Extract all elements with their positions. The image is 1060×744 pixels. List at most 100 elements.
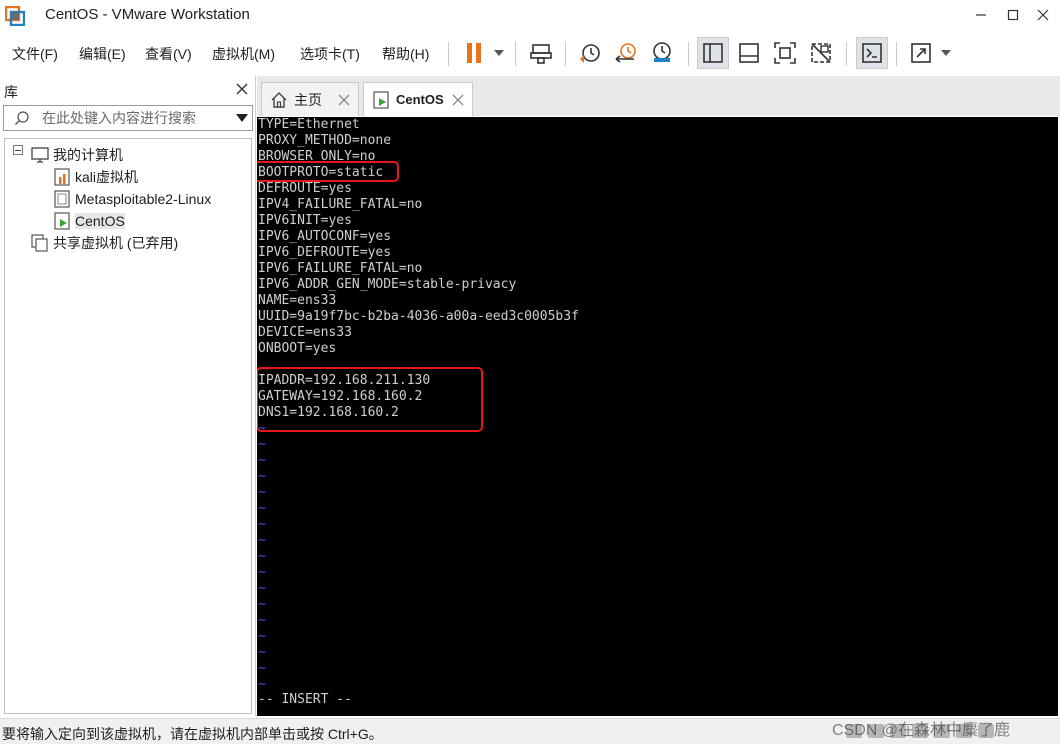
minimize-button[interactable] bbox=[964, 0, 998, 30]
menu-vm[interactable]: 虚拟机(M) bbox=[212, 44, 275, 64]
close-tab-icon[interactable] bbox=[338, 94, 350, 106]
library-panel: 库 我的计算机 kali虚拟机 Metasploitable2-Linux Ce… bbox=[0, 76, 256, 716]
console-line: PROXY_METHOD=none bbox=[258, 133, 392, 148]
shared-vms-icon bbox=[31, 234, 48, 252]
vim-empty-line-tilde: ~ bbox=[258, 469, 266, 484]
tree-item-shared-vms[interactable]: 共享虚拟机 (已弃用) bbox=[31, 232, 178, 254]
thumbnail-view-icon bbox=[739, 43, 759, 63]
vim-empty-line-tilde: ~ bbox=[258, 645, 266, 660]
tree-item-kali[interactable]: kali虚拟机 bbox=[53, 166, 138, 188]
tree-item-label: 共享虚拟机 (已弃用) bbox=[53, 235, 179, 251]
menu-tabs[interactable]: 选项卡(T) bbox=[300, 44, 360, 64]
console-line: NAME=ens33 bbox=[258, 293, 337, 308]
vm-running-icon bbox=[54, 168, 70, 186]
snapshot-manager-icon bbox=[653, 42, 671, 62]
snapshot-manager-button[interactable] bbox=[646, 37, 678, 69]
console-line: DEVICE=ens33 bbox=[258, 325, 352, 340]
tree-item-label: kali虚拟机 bbox=[75, 169, 139, 185]
home-icon bbox=[271, 91, 287, 108]
toolbar-separator bbox=[846, 42, 847, 66]
tree-item-centos[interactable]: CentOS bbox=[53, 210, 125, 232]
highlight-network-config bbox=[257, 367, 483, 432]
vm-icon bbox=[54, 190, 70, 208]
toolbar-separator bbox=[688, 42, 689, 66]
vim-empty-line-tilde: ~ bbox=[258, 629, 266, 644]
send-keys-icon bbox=[530, 44, 552, 64]
vim-empty-line-tilde: ~ bbox=[258, 533, 266, 548]
vim-empty-line-tilde: ~ bbox=[258, 485, 266, 500]
menu-view[interactable]: 查看(V) bbox=[145, 44, 192, 64]
close-window-button[interactable] bbox=[1026, 0, 1060, 30]
console-line: IPV6INIT=yes bbox=[258, 213, 352, 228]
tree-item-my-computer[interactable]: 我的计算机 bbox=[31, 144, 123, 166]
console-line: IPV6_FAILURE_FATAL=no bbox=[258, 261, 423, 276]
tab-bar: 主页 CentOS bbox=[257, 76, 1060, 116]
window-title: CentOS - VMware Workstation bbox=[45, 6, 250, 23]
vim-empty-line-tilde: ~ bbox=[258, 597, 266, 612]
library-header: 库 bbox=[0, 76, 256, 104]
close-tab-icon[interactable] bbox=[452, 94, 464, 106]
stretch-icon bbox=[911, 43, 931, 63]
watermark: CSDN @在森林中麋了鹿 bbox=[832, 722, 1011, 739]
vm-powered-on-icon bbox=[373, 90, 389, 109]
pause-icon bbox=[467, 43, 481, 63]
search-input[interactable] bbox=[42, 108, 226, 128]
vim-empty-line-tilde: ~ bbox=[258, 517, 266, 532]
tab-label: CentOS bbox=[396, 92, 444, 107]
minimize-icon bbox=[976, 14, 986, 16]
power-dropdown[interactable] bbox=[492, 44, 506, 62]
vm-console[interactable]: TYPE=Ethernet PROXY_METHOD=none BROWSER_… bbox=[257, 117, 1058, 716]
close-library-icon[interactable] bbox=[234, 81, 250, 97]
console-view-button[interactable] bbox=[856, 37, 888, 69]
revert-snapshot-icon bbox=[615, 43, 636, 63]
chevron-down-icon[interactable] bbox=[236, 113, 248, 123]
console-line: IPV6_DEFROUTE=yes bbox=[258, 245, 392, 260]
menu-help[interactable]: 帮助(H) bbox=[382, 44, 429, 64]
chevron-down-icon bbox=[494, 50, 504, 56]
toolbar-separator bbox=[896, 42, 897, 66]
vm-powered-on-icon bbox=[54, 212, 70, 230]
tree-item-metasploitable[interactable]: Metasploitable2-Linux bbox=[53, 188, 211, 210]
fullscreen-button[interactable] bbox=[769, 37, 801, 69]
tree-item-label: CentOS bbox=[75, 213, 125, 229]
menu-toolbar: 文件(F) 编辑(E) 查看(V) 虚拟机(M) 选项卡(T) 帮助(H) bbox=[0, 32, 1060, 74]
console-line: UUID=9a19f7bc-b2ba-4036-a00a-eed3c0005b3… bbox=[258, 309, 579, 324]
stretch-button[interactable] bbox=[905, 37, 937, 69]
vim-empty-line-tilde: ~ bbox=[258, 453, 266, 468]
tree-item-label: 我的计算机 bbox=[53, 147, 123, 163]
revert-snapshot-button[interactable] bbox=[610, 37, 642, 69]
menu-edit[interactable]: 编辑(E) bbox=[79, 44, 126, 64]
library-search[interactable] bbox=[3, 105, 253, 131]
console-line: DEFROUTE=yes bbox=[258, 181, 352, 196]
toolbar-separator bbox=[448, 42, 449, 66]
chevron-down-icon bbox=[941, 50, 951, 56]
vim-empty-line-tilde: ~ bbox=[258, 677, 266, 692]
vmware-logo-icon bbox=[5, 6, 25, 26]
take-snapshot-button[interactable] bbox=[574, 37, 606, 69]
menu-file[interactable]: 文件(F) bbox=[12, 44, 58, 64]
maximize-icon bbox=[1007, 9, 1019, 21]
stretch-dropdown[interactable] bbox=[939, 44, 953, 62]
vim-empty-line-tilde: ~ bbox=[258, 549, 266, 564]
vim-empty-line-tilde: ~ bbox=[258, 581, 266, 596]
console-line: IPV4_FAILURE_FATAL=no bbox=[258, 197, 423, 212]
console-line: ONBOOT=yes bbox=[258, 341, 337, 356]
highlight-bootproto bbox=[257, 161, 399, 182]
send-ctrl-alt-del-button[interactable] bbox=[525, 37, 557, 69]
unity-icon bbox=[811, 43, 831, 63]
pause-button[interactable] bbox=[458, 37, 490, 69]
show-library-button[interactable] bbox=[697, 37, 729, 69]
editor-mode-line: -- INSERT -- bbox=[258, 692, 352, 707]
tab-centos[interactable]: CentOS bbox=[363, 82, 473, 116]
maximize-button[interactable] bbox=[996, 0, 1030, 30]
thumbnail-bar-button[interactable] bbox=[733, 37, 765, 69]
fullscreen-icon bbox=[774, 42, 796, 64]
toolbar-separator bbox=[515, 42, 516, 66]
unity-button[interactable] bbox=[805, 37, 837, 69]
computer-icon bbox=[31, 147, 49, 163]
search-icon bbox=[15, 111, 29, 125]
console-line: IPV6_ADDR_GEN_MODE=stable-privacy bbox=[258, 277, 517, 292]
tab-home[interactable]: 主页 bbox=[261, 82, 359, 116]
tree-collapse-toggle[interactable] bbox=[13, 145, 23, 155]
close-icon bbox=[1037, 9, 1049, 21]
